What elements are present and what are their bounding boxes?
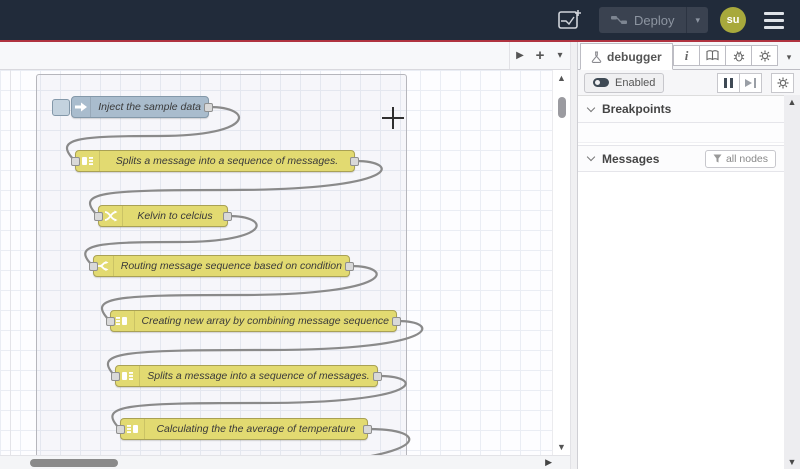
flask-icon (591, 50, 602, 63)
gear-icon (759, 50, 770, 61)
node-label: Routing message sequence based on condit… (120, 260, 342, 272)
sidebar: debugger i ▾ Enabled Breakpoints Message… (578, 42, 800, 469)
deploy-button-group: Deploy ▾ (599, 7, 708, 33)
messages-title: Messages (602, 151, 660, 166)
inject-node-icon (72, 97, 92, 117)
debugger-toolbar: Enabled (578, 70, 800, 96)
toggle-on-icon (593, 78, 609, 87)
deploy-options-caret[interactable]: ▾ (686, 7, 708, 33)
sidebar-tab-bar: debugger i ▾ (578, 42, 800, 70)
scroll-up-icon[interactable]: ▲ (784, 97, 800, 107)
node-label: Inject the sample data (98, 101, 201, 113)
input-port[interactable] (116, 425, 125, 434)
debugger-enabled-toggle[interactable]: Enabled (584, 72, 665, 93)
flow-node-change[interactable]: Kelvin to celcius (94, 205, 232, 227)
node-label: Splits a message into a sequence of mess… (115, 155, 339, 167)
help-tab-button[interactable] (699, 45, 726, 66)
chevron-down-icon (586, 152, 596, 162)
flow-node-inject[interactable]: Inject the sample data (52, 96, 213, 118)
breakpoints-empty-list (578, 123, 800, 143)
node-label: Kelvin to celcius (137, 210, 213, 222)
user-avatar[interactable]: su (720, 7, 746, 33)
gear-icon (777, 77, 788, 88)
output-port[interactable] (373, 372, 382, 381)
deploy-button[interactable]: Deploy (599, 7, 687, 33)
canvas-horizontal-scrollbar[interactable]: ▶ (0, 455, 570, 469)
input-port[interactable] (94, 212, 103, 221)
debug-tab-button[interactable] (725, 45, 752, 66)
inject-trigger-button[interactable] (52, 99, 70, 116)
flow-node-switch[interactable]: Routing message sequence based on condit… (89, 255, 354, 277)
flow-node-split[interactable]: Splits a message into a sequence of mess… (111, 365, 382, 387)
input-port[interactable] (111, 372, 120, 381)
deploy-icon (611, 16, 627, 24)
scroll-up-icon[interactable]: ▲ (553, 73, 570, 83)
breakpoints-title: Breakpoints (602, 102, 672, 116)
output-port[interactable] (350, 157, 359, 166)
flow-node-join[interactable]: Calculating the the average of temperatu… (116, 418, 372, 440)
pause-icon (724, 77, 733, 88)
info-tab-button[interactable]: i (673, 45, 700, 66)
node-label: Calculating the the average of temperatu… (156, 423, 356, 435)
flow-list-caret-icon[interactable]: ▾ (550, 42, 570, 69)
messages-filter-button[interactable]: all nodes (704, 149, 776, 168)
node-label: Creating new array by combining message … (141, 315, 389, 327)
input-port[interactable] (106, 317, 115, 326)
canvas-vertical-scrollbar[interactable]: ▲ ▼ (552, 70, 570, 455)
main-menu-icon[interactable] (758, 8, 790, 33)
tab-debugger[interactable]: debugger (580, 43, 673, 70)
flow-assistant-icon[interactable] (553, 6, 587, 34)
vscroll-thumb[interactable] (558, 97, 566, 118)
messages-section-header[interactable]: Messages all nodes (578, 145, 800, 172)
step-icon (745, 77, 756, 88)
debugger-settings-button[interactable] (771, 72, 794, 93)
enabled-label: Enabled (615, 76, 656, 89)
scroll-right-icon[interactable]: ▶ (545, 457, 552, 468)
scroll-down-icon[interactable]: ▼ (553, 442, 570, 452)
output-port[interactable] (392, 317, 401, 326)
app-header: Deploy ▾ su (0, 0, 800, 40)
settings-tab-button[interactable] (751, 45, 778, 66)
output-port[interactable] (204, 103, 213, 112)
flow-node-split[interactable]: Splits a message into a sequence of mess… (71, 150, 359, 172)
output-port[interactable] (363, 425, 372, 434)
breakpoints-section-header[interactable]: Breakpoints (578, 96, 800, 123)
hscroll-thumb[interactable] (30, 459, 118, 467)
bug-icon (733, 50, 744, 62)
step-button[interactable] (739, 72, 762, 93)
chevron-down-icon (586, 103, 596, 112)
flow-tab-strip: ▶ + ▾ (0, 42, 570, 70)
sidebar-tabs-caret-icon[interactable]: ▾ (780, 52, 798, 63)
funnel-icon (713, 154, 722, 163)
input-port[interactable] (71, 157, 80, 166)
tab-debugger-label: debugger (607, 49, 662, 64)
add-flow-button[interactable]: + (530, 42, 550, 69)
flow-canvas[interactable]: Inject the sample data Splits a message i… (0, 70, 570, 455)
input-port[interactable] (89, 262, 98, 271)
node-label: Splits a message into a sequence of mess… (147, 370, 370, 382)
debugger-panel: Breakpoints Messages all nodes (578, 96, 800, 469)
flow-node-join[interactable]: Creating new array by combining message … (106, 310, 401, 332)
pause-button[interactable] (717, 72, 740, 93)
filter-label: all nodes (725, 152, 768, 165)
book-icon (706, 50, 719, 61)
workspace-column: ▶ + ▾ Inject the sample data Splits a mes… (0, 42, 570, 469)
output-port[interactable] (345, 262, 354, 271)
sidebar-splitter[interactable] (570, 42, 578, 469)
tab-scroll-right-icon[interactable]: ▶ (510, 42, 530, 69)
deploy-label: Deploy (634, 12, 675, 28)
scroll-down-icon[interactable]: ▼ (784, 457, 800, 467)
sidebar-scrollbar[interactable]: ▲ ▼ (784, 95, 800, 469)
output-port[interactable] (223, 212, 232, 221)
